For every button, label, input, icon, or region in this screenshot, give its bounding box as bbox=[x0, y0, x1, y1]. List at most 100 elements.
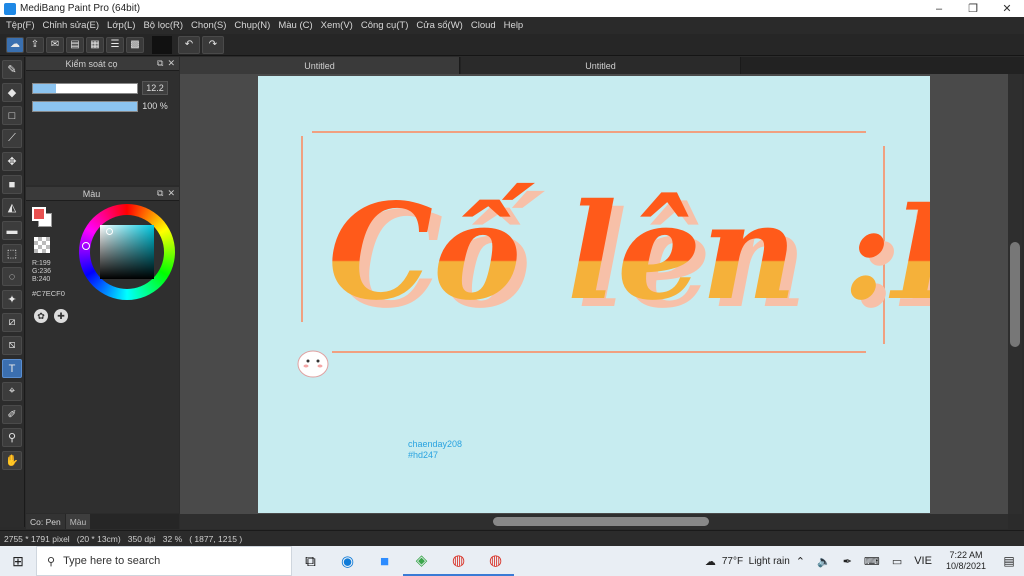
chat-icon[interactable]: ▤ bbox=[66, 36, 84, 53]
credit-line-2: #hd247 bbox=[408, 450, 439, 460]
hue-wheel[interactable] bbox=[79, 204, 175, 300]
minimize-button[interactable]: – bbox=[922, 3, 956, 15]
palette-icon[interactable]: ✿ bbox=[34, 309, 48, 323]
chrome-second-icon[interactable]: ◍ bbox=[477, 546, 514, 576]
rect-fill-tool-icon[interactable]: ■ bbox=[2, 175, 22, 194]
brush-opacity-slider[interactable] bbox=[32, 100, 138, 112]
clock-date: 10/8/2021 bbox=[945, 561, 986, 571]
color-panel-header: Màu ⧉ ✕ bbox=[26, 187, 179, 201]
menu-file[interactable]: Tệp(F) bbox=[4, 20, 41, 31]
menu-edit[interactable]: Chỉnh sửa(E) bbox=[41, 20, 106, 31]
close-button[interactable]: ✕ bbox=[990, 2, 1024, 15]
vertical-scroll-thumb[interactable] bbox=[1010, 242, 1020, 347]
gradient-tool-icon[interactable]: ▬ bbox=[2, 221, 22, 240]
transparent-swatch[interactable] bbox=[34, 237, 50, 253]
color-panel: Màu ⧉ ✕ R:199 G:236 B:240 #C7ECF0 ✿ ✚ bbox=[26, 187, 179, 513]
menu-cloud[interactable]: Cloud bbox=[469, 20, 502, 31]
headline-text: Cố lên :D bbox=[328, 175, 930, 330]
menu-bar: Tệp(F) Chỉnh sửa(E) Lớp(L) Bộ lọc(R) Chọ… bbox=[0, 17, 1024, 34]
menu-select[interactable]: Chọn(S) bbox=[189, 20, 232, 31]
taskbar-search-box[interactable]: ⚲ Type here to search bbox=[36, 546, 292, 576]
eraser-tool-icon[interactable]: ◆ bbox=[2, 83, 22, 102]
horizontal-scrollbar[interactable] bbox=[180, 514, 1008, 529]
comment-icon[interactable]: ✉ bbox=[46, 36, 64, 53]
rect-select-icon[interactable]: ⬚ bbox=[2, 244, 22, 263]
windows-start-icon[interactable]: ⊞ bbox=[0, 546, 36, 576]
menu-window[interactable]: Cửa sổ(W) bbox=[414, 20, 468, 31]
chevron-up-icon[interactable]: ⌃ bbox=[796, 555, 805, 568]
bucket-tool-icon[interactable]: ◭ bbox=[2, 198, 22, 217]
line-tool-icon[interactable]: ⟋ bbox=[2, 129, 22, 148]
cloud-icon[interactable]: ☁ bbox=[6, 36, 24, 53]
notification-icon[interactable]: ▤ bbox=[994, 554, 1024, 568]
menu-snap[interactable]: Chụp(N) bbox=[232, 20, 276, 31]
layers-icon[interactable]: ☰ bbox=[106, 36, 124, 53]
text-tool-icon[interactable]: T bbox=[2, 359, 22, 378]
medibang-icon[interactable]: ◈ bbox=[403, 546, 440, 576]
popout-icon[interactable]: ⧉ bbox=[157, 188, 163, 199]
eyedropper-icon[interactable]: ⚲ bbox=[2, 428, 22, 447]
select-eraser-icon[interactable]: ⧅ bbox=[2, 336, 22, 355]
menu-view[interactable]: Xem(V) bbox=[319, 20, 359, 31]
lasso-select-icon[interactable]: ◌ bbox=[2, 267, 22, 286]
magic-wand-icon[interactable]: ✦ bbox=[2, 290, 22, 309]
horizontal-scroll-thumb[interactable] bbox=[493, 517, 709, 526]
foreground-color-swatch[interactable] bbox=[32, 207, 46, 221]
redo-button[interactable]: ↷ bbox=[202, 35, 224, 54]
drawing-canvas[interactable]: Cố lên :D Cố lên :D chaenday208 #hd247 bbox=[258, 76, 1008, 513]
chrome-icon[interactable]: ◍ bbox=[440, 546, 477, 576]
operation-tool-icon[interactable]: ⌖ bbox=[2, 382, 22, 401]
menu-tools[interactable]: Công cụ(T) bbox=[359, 20, 415, 31]
color-g: G:236 bbox=[32, 268, 52, 275]
popout-icon[interactable]: ⧉ bbox=[157, 58, 163, 69]
move-tool-icon[interactable]: ✥ bbox=[2, 152, 22, 171]
color-rgb-readout: R:199 G:236 B:240 bbox=[32, 260, 51, 284]
credit-block: chaenday208 #hd247 bbox=[408, 439, 462, 461]
window-title: MediBang Paint Pro (64bit) bbox=[20, 3, 141, 14]
tab-untitled-2[interactable]: Untitled bbox=[461, 57, 741, 74]
display-icon[interactable]: ▭ bbox=[892, 555, 902, 568]
brush-size-slider[interactable] bbox=[32, 82, 138, 94]
color-picker-cursor[interactable] bbox=[106, 228, 113, 235]
menu-help[interactable]: Help bbox=[502, 20, 530, 31]
share-icon[interactable]: ⇪ bbox=[26, 36, 44, 53]
color-panel-title: Màu bbox=[82, 188, 101, 199]
brush-size-value[interactable]: 12.2 bbox=[142, 81, 168, 95]
task-view-icon[interactable]: ⧉ bbox=[292, 546, 329, 576]
maximize-button[interactable]: ❐ bbox=[956, 2, 990, 15]
grid-icon[interactable]: ▩ bbox=[126, 36, 144, 53]
weather-text[interactable]: 77°F Light rain bbox=[722, 556, 790, 567]
hand-tool-icon[interactable]: ✋ bbox=[2, 451, 22, 470]
zoom-icon[interactable]: ■ bbox=[366, 546, 403, 576]
hue-cursor[interactable] bbox=[82, 242, 90, 250]
dropper-pen-icon[interactable]: ✐ bbox=[2, 405, 22, 424]
clock[interactable]: 7:22 AM 10/8/2021 bbox=[946, 550, 986, 572]
canvas-viewport[interactable]: Cố lên :D Cố lên :D chaenday208 #hd247 bbox=[180, 74, 1008, 514]
shape-tool-icon[interactable]: □ bbox=[2, 106, 22, 125]
palette-add-icon[interactable]: ✚ bbox=[54, 309, 68, 323]
vertical-scrollbar[interactable] bbox=[1008, 74, 1022, 514]
close-icon[interactable]: ✕ bbox=[167, 58, 175, 69]
language-indicator[interactable]: VIE bbox=[914, 555, 932, 567]
search-placeholder: Type here to search bbox=[63, 555, 161, 567]
brush-tool-icon[interactable]: ✎ bbox=[2, 60, 22, 79]
tab-untitled-1[interactable]: Untitled bbox=[180, 57, 460, 74]
brush-opacity-fill bbox=[33, 101, 137, 111]
menu-color[interactable]: Màu (C) bbox=[276, 20, 318, 31]
document-icon[interactable]: ▦ bbox=[86, 36, 104, 53]
edge-icon[interactable]: ◉ bbox=[329, 546, 366, 576]
status-text: 2755 * 1791 pixel (20 * 13cm) 350 dpi 32… bbox=[4, 533, 243, 544]
menu-layer[interactable]: Lớp(L) bbox=[105, 20, 141, 31]
tab-color[interactable]: Màu bbox=[65, 514, 91, 529]
tab-brush[interactable]: Co: Pen bbox=[26, 514, 65, 529]
pen-icon[interactable]: ✒ bbox=[843, 555, 852, 568]
keyboard-icon[interactable]: ⌨ bbox=[864, 555, 880, 568]
close-icon[interactable]: ✕ bbox=[167, 188, 175, 199]
select-pen-icon[interactable]: ⧄ bbox=[2, 313, 22, 332]
weather-icon[interactable]: ☁ bbox=[705, 555, 716, 568]
undo-button[interactable]: ↶ bbox=[178, 35, 200, 54]
menu-filter[interactable]: Bộ lọc(R) bbox=[141, 20, 189, 31]
windows-taskbar: ⊞ ⚲ Type here to search ⧉ ◉ ■ ◈ ◍ ◍ ☁ 77… bbox=[0, 546, 1024, 576]
artwork: Cố lên :D Cố lên :D bbox=[297, 131, 1008, 378]
volume-icon[interactable]: 🔈 bbox=[817, 555, 831, 568]
